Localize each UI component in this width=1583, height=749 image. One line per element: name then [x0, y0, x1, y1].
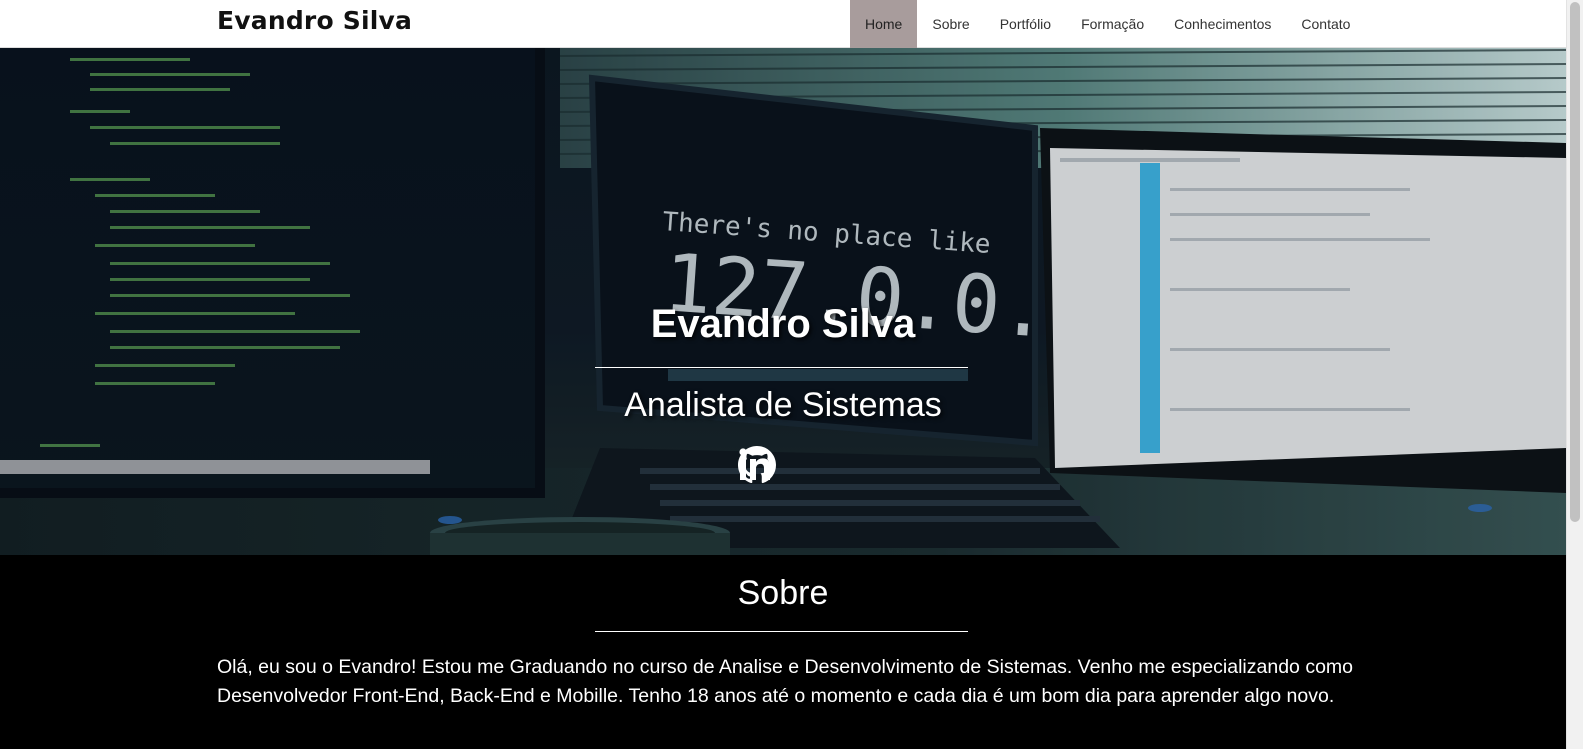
brand-logo[interactable]: Evandro Silva [217, 6, 412, 35]
nav-menu: Home Sobre Portfólio Formação Conhecimen… [850, 0, 1365, 48]
about-section: Sobre Olá, eu sou o Evandro! Estou me Gr… [0, 555, 1566, 749]
scrollbar-thumb[interactable] [1570, 2, 1580, 522]
nav-item-contato[interactable]: Contato [1286, 0, 1365, 48]
nav-item-sobre[interactable]: Sobre [917, 0, 984, 48]
linkedin-icon[interactable] [738, 446, 776, 484]
hero-title: Evandro Silva [650, 302, 916, 346]
nav-item-home[interactable]: Home [850, 0, 918, 48]
hero-section: There's no place like 127.0.0.1 Evandro … [0, 48, 1566, 555]
about-text: Olá, eu sou o Evandro! Estou me Graduand… [217, 656, 1353, 707]
nav-item-portfolio[interactable]: Portfólio [985, 0, 1066, 48]
navbar: Evandro Silva Home Sobre Portfólio Forma… [0, 0, 1566, 48]
nav-item-conhecimentos[interactable]: Conhecimentos [1159, 0, 1286, 48]
about-title: Sobre [737, 574, 829, 612]
hero-subtitle: Analista de Sistemas [624, 386, 942, 424]
page-scrollbar[interactable] [1566, 0, 1583, 749]
nav-item-formacao[interactable]: Formação [1066, 0, 1159, 48]
about-divider [595, 631, 968, 632]
hero-divider [595, 367, 968, 368]
